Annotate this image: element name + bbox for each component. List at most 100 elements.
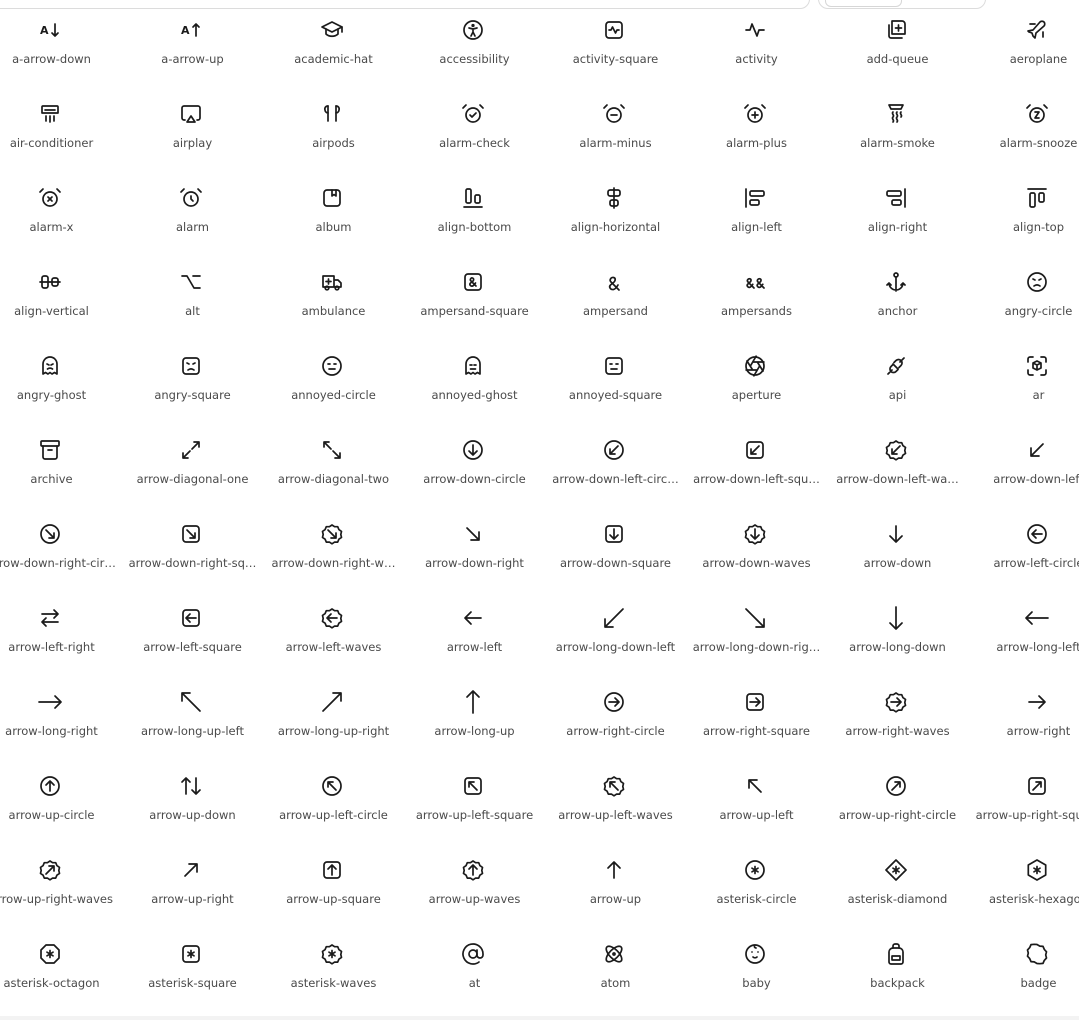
arrow-right-circle-icon <box>604 692 624 712</box>
icon-tile-asterisk-square[interactable]: asterisk-square <box>122 912 263 996</box>
icon-tile-arrow-left-circle[interactable]: arrow-left-circle <box>968 492 1079 576</box>
icon-tile-atom[interactable]: atom <box>545 912 686 996</box>
icon-tile-asterisk-waves[interactable]: asterisk-waves <box>263 912 404 996</box>
icon-tile-arrow-right[interactable]: arrow-right <box>968 660 1079 744</box>
icon-tile-aperture[interactable]: aperture <box>686 324 827 408</box>
icon-tile-arrow-down-left[interactable]: arrow-down-left <box>968 408 1079 492</box>
icon-tile-arrow-down-right[interactable]: arrow-down-right <box>404 492 545 576</box>
icon-tile-arrow-down-left-waves[interactable]: arrow-down-left-wa… <box>827 408 968 492</box>
alarm-check-icon <box>462 104 484 123</box>
arrow-down-right-waves-icon <box>321 524 343 545</box>
icon-tile-arrow-down[interactable]: arrow-down <box>827 492 968 576</box>
icon-tile-arrow-right-square[interactable]: arrow-right-square <box>686 660 827 744</box>
icon-tile-arrow-long-up-left[interactable]: arrow-long-up-left <box>122 660 263 744</box>
ampersand-square-icon <box>464 273 482 291</box>
icon-tile-alarm-plus[interactable]: alarm-plus <box>686 72 827 156</box>
icon-tile-anchor[interactable]: anchor <box>827 240 968 324</box>
icon-tile-arrow-up-left-square[interactable]: arrow-up-left-square <box>404 744 545 828</box>
icon-tile-alarm-smoke[interactable]: alarm-smoke <box>827 72 968 156</box>
icon-tile-aeroplane[interactable]: aeroplane <box>968 0 1079 72</box>
icon-tile-arrow-up-waves[interactable]: arrow-up-waves <box>404 828 545 912</box>
icon-tile-a-arrow-up[interactable]: Aa-arrow-up <box>122 0 263 72</box>
icon-tile-alarm-check[interactable]: alarm-check <box>404 72 545 156</box>
arrow-diagonal-two-icon <box>323 441 341 459</box>
icon-tile-arrow-up-right-circle[interactable]: arrow-up-right-circle <box>827 744 968 828</box>
icon-tile-api[interactable]: api <box>827 324 968 408</box>
icon-tile-ar[interactable]: ar <box>968 324 1079 408</box>
svg-text:A: A <box>40 24 49 37</box>
arrow-up-left-square-icon <box>464 777 482 795</box>
arrow-down-square-icon <box>605 525 623 543</box>
icon-tile-arrow-long-up-right[interactable]: arrow-long-up-right <box>263 660 404 744</box>
icon-tile-arrow-up-right-square[interactable]: arrow-up-right-square <box>968 744 1079 828</box>
icon-tile-badge[interactable]: badge <box>968 912 1079 996</box>
icon-tile-arrow-long-down[interactable]: arrow-long-down <box>827 576 968 660</box>
icon-tile-arrow-down-square[interactable]: arrow-down-square <box>545 492 686 576</box>
icon-tile-asterisk-diamond[interactable]: asterisk-diamond <box>827 828 968 912</box>
icon-tile-arrow-up-square[interactable]: arrow-up-square <box>263 828 404 912</box>
icon-tile-annoyed-circle[interactable]: annoyed-circle <box>263 324 404 408</box>
icon-tile-arrow-up-left[interactable]: arrow-up-left <box>686 744 827 828</box>
icon-tile-arrow-left[interactable]: arrow-left <box>404 576 545 660</box>
arrow-right-waves-icon <box>885 692 907 713</box>
icon-tile-academic-hat[interactable]: academic-hat <box>263 0 404 72</box>
arrow-long-up-left-icon <box>181 692 201 712</box>
icon-tile-align-left[interactable]: align-left <box>686 156 827 240</box>
icon-tile-ampersand[interactable]: ampersand <box>545 240 686 324</box>
icon-tile-activity-square[interactable]: activity-square <box>545 0 686 72</box>
icon-tile-annoyed-square[interactable]: annoyed-square <box>545 324 686 408</box>
icon-tile-align-bottom[interactable]: align-bottom <box>404 156 545 240</box>
icon-tile-arrow-right-waves[interactable]: arrow-right-waves <box>827 660 968 744</box>
icon-tile-at[interactable]: at <box>404 912 545 996</box>
icon-tile-arrow-down-left-circle[interactable]: arrow-down-left-circ… <box>545 408 686 492</box>
icon-tile-align-right[interactable]: align-right <box>827 156 968 240</box>
icon-tile-arrow-up-left-waves[interactable]: arrow-up-left-waves <box>545 744 686 828</box>
icon-tile-arrow-down-waves[interactable]: arrow-down-waves <box>686 492 827 576</box>
icon-tile-align-horizontal[interactable]: align-horizontal <box>545 156 686 240</box>
icon-tile-arrow-down-left-square[interactable]: arrow-down-left-squ… <box>686 408 827 492</box>
icon-tile-arrow-up-left-circle[interactable]: arrow-up-left-circle <box>263 744 404 828</box>
icon-tile-arrow-down-circle[interactable]: arrow-down-circle <box>404 408 545 492</box>
arrow-up-icon <box>607 861 621 879</box>
icon-tile-alarm-minus[interactable]: alarm-minus <box>545 72 686 156</box>
align-vertical-icon <box>39 275 61 289</box>
icon-tile-arrow-down-right-waves[interactable]: arrow-down-right-w… <box>263 492 404 576</box>
arrow-down-right-square-icon <box>182 525 200 543</box>
icon-tile-arrow-down-right-square[interactable]: arrow-down-right-sq… <box>122 492 263 576</box>
icon-tile-arrow-up-right[interactable]: arrow-up-right <box>122 828 263 912</box>
icon-tile-arrow-left-waves[interactable]: arrow-left-waves <box>263 576 404 660</box>
icon-tile-alarm-snooze[interactable]: alarm-snooze <box>968 72 1079 156</box>
icon-tile-arrow-diagonal-two[interactable]: arrow-diagonal-two <box>263 408 404 492</box>
icon-tile-arrow-up-down[interactable]: arrow-up-down <box>122 744 263 828</box>
icon-tile-alarm[interactable]: alarm <box>122 156 263 240</box>
icon-tile-baby[interactable]: baby <box>686 912 827 996</box>
icon-tile-align-top[interactable]: align-top <box>968 156 1079 240</box>
icon-tile-ampersands[interactable]: ampersands <box>686 240 827 324</box>
arrow-up-right-icon <box>184 863 198 877</box>
icon-tile-arrow-long-down-right[interactable]: arrow-long-down-rig… <box>686 576 827 660</box>
icon-tile-angry-square[interactable]: angry-square <box>122 324 263 408</box>
icon-tile-angry-circle[interactable]: angry-circle <box>968 240 1079 324</box>
icon-tile-arrow-diagonal-one[interactable]: arrow-diagonal-one <box>122 408 263 492</box>
icon-tile-album[interactable]: album <box>263 156 404 240</box>
arrow-long-right-icon <box>38 695 62 709</box>
icon-tile-arrow-long-left[interactable]: arrow-long-left <box>968 576 1079 660</box>
arrow-left-circle-icon <box>1027 524 1047 544</box>
icon-tile-ampersand-square[interactable]: ampersand-square <box>404 240 545 324</box>
icon-tile-airplay[interactable]: airplay <box>122 72 263 156</box>
icon-tile-backpack[interactable]: backpack <box>827 912 968 996</box>
icon-tile-accessibility[interactable]: accessibility <box>404 0 545 72</box>
icon-tile-asterisk-circle[interactable]: asterisk-circle <box>686 828 827 912</box>
icon-tile-arrow-long-down-left[interactable]: arrow-long-down-left <box>545 576 686 660</box>
icon-tile-add-queue[interactable]: add-queue <box>827 0 968 72</box>
icon-tile-asterisk-hexagon[interactable]: asterisk-hexagon <box>968 828 1079 912</box>
icon-tile-alt[interactable]: alt <box>122 240 263 324</box>
icon-tile-arrow-long-up[interactable]: arrow-long-up <box>404 660 545 744</box>
icon-tile-airpods[interactable]: airpods <box>263 72 404 156</box>
icon-tile-annoyed-ghost[interactable]: annoyed-ghost <box>404 324 545 408</box>
icon-tile-arrow-right-circle[interactable]: arrow-right-circle <box>545 660 686 744</box>
icon-tile-activity[interactable]: activity <box>686 0 827 72</box>
icon-tile-ambulance[interactable]: ambulance <box>263 240 404 324</box>
icon-tile-arrow-up[interactable]: arrow-up <box>545 828 686 912</box>
icon-tile-arrow-left-square[interactable]: arrow-left-square <box>122 576 263 660</box>
